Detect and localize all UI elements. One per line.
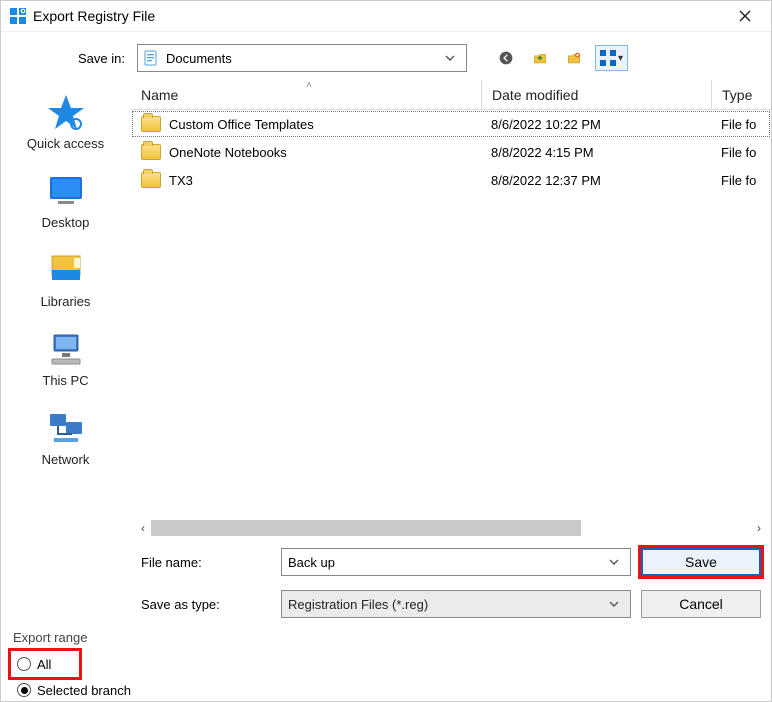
filetype-combo[interactable]: Registration Files (*.reg)	[281, 590, 631, 618]
cancel-button[interactable]: Cancel	[641, 590, 761, 618]
export-all-row: All	[11, 651, 79, 677]
radio-selected-label: Selected branch	[37, 683, 131, 698]
scrollbar-track[interactable]	[151, 520, 751, 536]
filetype-label: Save as type:	[141, 597, 271, 612]
place-label: Quick access	[11, 134, 121, 151]
savein-value: Documents	[166, 51, 444, 66]
file-date: 8/8/2022 12:37 PM	[481, 173, 711, 188]
chevron-down-icon	[608, 556, 624, 568]
folder-icon	[141, 144, 161, 160]
export-range-group: Export range All Selected branch HKEY_CU…	[1, 628, 771, 702]
export-range-label: Export range	[11, 630, 761, 651]
file-name: OneNote Notebooks	[169, 145, 287, 160]
new-folder-icon	[567, 48, 581, 68]
titlebar: Export Registry File	[1, 1, 771, 32]
this-pc-icon	[11, 327, 121, 371]
filename-label: File name:	[141, 555, 271, 570]
column-type-header[interactable]: Type	[711, 80, 771, 109]
radio-all[interactable]	[17, 657, 31, 671]
places-bar: Quick access Desktop Libraries This PC	[1, 80, 131, 538]
file-row[interactable]: OneNote Notebooks 8/8/2022 4:15 PM File …	[131, 138, 771, 166]
regedit-app-icon	[9, 7, 27, 25]
scrollbar-thumb[interactable]	[151, 520, 581, 536]
file-date: 8/6/2022 10:22 PM	[481, 117, 711, 132]
place-label: Desktop	[11, 213, 121, 230]
desktop-icon	[11, 169, 121, 213]
column-headers: ˄ Name Date modified Type	[131, 80, 771, 110]
file-list-pane: ˄ Name Date modified Type Custom Office …	[131, 80, 771, 538]
sort-ascending-icon: ˄	[306, 80, 312, 91]
quick-access-icon	[11, 90, 121, 134]
file-name: TX3	[169, 173, 193, 188]
views-grid-icon	[600, 50, 616, 66]
savein-row: Save in: Documents ▾	[1, 32, 771, 80]
place-label: This PC	[11, 371, 121, 388]
window-title: Export Registry File	[27, 8, 725, 24]
export-selected-row: Selected branch	[11, 677, 761, 702]
folder-icon	[141, 172, 161, 188]
filename-input[interactable]: Back up	[281, 548, 631, 576]
file-type: File fo	[711, 145, 771, 160]
savein-label: Save in:	[9, 51, 129, 66]
folder-icon	[141, 116, 161, 132]
save-button[interactable]: Save	[641, 548, 761, 576]
new-folder-button[interactable]	[561, 45, 587, 71]
place-this-pc[interactable]: This PC	[11, 323, 121, 392]
place-desktop[interactable]: Desktop	[11, 165, 121, 234]
views-button[interactable]: ▾	[595, 45, 628, 71]
place-libraries[interactable]: Libraries	[11, 244, 121, 313]
file-row[interactable]: Custom Office Templates 8/6/2022 10:22 P…	[131, 110, 771, 138]
up-one-level-button[interactable]	[527, 45, 553, 71]
file-rows: Custom Office Templates 8/6/2022 10:22 P…	[131, 110, 771, 518]
filename-value: Back up	[288, 555, 608, 570]
column-date-header[interactable]: Date modified	[481, 80, 711, 109]
chevron-down-icon	[608, 598, 624, 610]
scroll-right-arrow[interactable]: ›	[751, 521, 767, 535]
bottom-controls: File name: Back up Save Save as type: Re…	[1, 538, 771, 628]
back-button[interactable]	[493, 45, 519, 71]
savein-folder-combo[interactable]: Documents	[137, 44, 467, 72]
place-quick-access[interactable]: Quick access	[11, 86, 121, 155]
up-folder-icon	[533, 48, 547, 68]
place-label: Network	[11, 450, 121, 467]
place-network[interactable]: Network	[11, 402, 121, 471]
place-label: Libraries	[11, 292, 121, 309]
documents-icon	[142, 49, 160, 67]
file-type: File fo	[711, 173, 771, 188]
chevron-down-icon	[444, 52, 462, 64]
file-row[interactable]: TX3 8/8/2022 12:37 PM File fo	[131, 166, 771, 194]
radio-all-label: All	[37, 657, 51, 672]
close-button[interactable]	[725, 1, 765, 31]
filetype-value: Registration Files (*.reg)	[288, 597, 608, 612]
back-arrow-icon	[499, 47, 513, 69]
middle-area: Quick access Desktop Libraries This PC	[1, 80, 771, 538]
horizontal-scrollbar[interactable]: ‹ ›	[131, 518, 771, 538]
chevron-down-icon: ▾	[618, 53, 623, 64]
file-type: File fo	[711, 117, 771, 132]
scroll-left-arrow[interactable]: ‹	[135, 521, 151, 535]
radio-selected-branch[interactable]	[17, 683, 31, 697]
libraries-icon	[11, 248, 121, 292]
network-icon	[11, 406, 121, 450]
export-registry-dialog: Export Registry File Save in: Documents	[0, 0, 772, 702]
file-name: Custom Office Templates	[169, 117, 314, 132]
file-date: 8/8/2022 4:15 PM	[481, 145, 711, 160]
